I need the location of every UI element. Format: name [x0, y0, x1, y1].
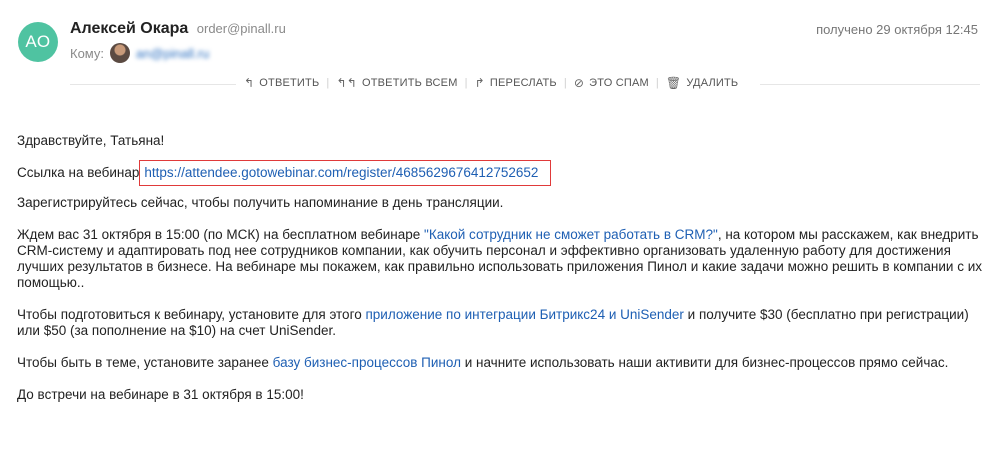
- webinar-link-line: Ссылка на вебинар https://attendee.gotowe…: [17, 160, 982, 186]
- paragraph-webinar-info: Ждем вас 31 октября в 15:00 (по МСК) на …: [17, 227, 982, 291]
- delete-button[interactable]: 🗑 УДАЛИТЬ: [666, 76, 738, 90]
- sender-email[interactable]: order@pinall.ru: [197, 21, 286, 36]
- para1-text-start: Ждем вас 31 октября в 15:00 (по МСК) на …: [17, 227, 425, 242]
- toolbar-divider-right: [760, 84, 980, 85]
- spam-icon: ⊘: [573, 76, 585, 90]
- toolbar-separator: |: [563, 77, 567, 89]
- para3-text-end: и начните использовать наши активити для…: [460, 355, 949, 370]
- email-body: Здравствуйте, Татьяна! Ссылка на вебинар…: [17, 133, 982, 403]
- webinar-title-link[interactable]: "Какой сотрудник не сможет работать в CR…: [424, 227, 718, 242]
- para3-text-start: Чтобы быть в теме, установите заранее: [17, 355, 273, 370]
- reply-all-label: ОТВЕТИТЬ ВСЕМ: [361, 77, 458, 89]
- integration-app-link[interactable]: приложение по интеграции Битрикс24 и Uni…: [365, 307, 683, 322]
- forward-button[interactable]: ↱ ПЕРЕСЛАТЬ: [475, 76, 557, 90]
- business-process-base-link[interactable]: базу бизнес-процессов Пинол: [273, 355, 461, 370]
- spam-label: ЭТО СПАМ: [589, 77, 649, 89]
- greeting: Здравствуйте, Татьяна!: [17, 133, 165, 148]
- reply-label: ОТВЕТИТЬ: [259, 77, 320, 89]
- reply-all-button[interactable]: ↰↰ ОТВЕТИТЬ ВСЕМ: [336, 76, 457, 90]
- reply-icon: ↰: [244, 76, 255, 90]
- to-label: Кому:: [70, 45, 104, 61]
- recipient-line: Кому: an@pinall.ru: [70, 43, 209, 63]
- sender-line: Алексей Окара order@pinall.ru: [70, 20, 286, 38]
- toolbar-separator: |: [655, 77, 659, 89]
- toolbar-separator: |: [464, 77, 468, 89]
- highlighted-link-box: https://attendee.gotowebinar.com/registe…: [139, 160, 552, 186]
- delete-label: УДАЛИТЬ: [686, 77, 739, 89]
- message-toolbar: ↰ ОТВЕТИТЬ | ↰↰ ОТВЕТИТЬ ВСЕМ | ↱ ПЕРЕСЛ…: [0, 74, 1000, 94]
- webinar-link-label: Ссылка на вебинар: [17, 165, 140, 180]
- reply-button[interactable]: ↰ ОТВЕТИТЬ: [244, 76, 319, 90]
- closing-line: До встречи на вебинаре в 31 октября в 15…: [17, 387, 304, 402]
- sender-avatar: АО: [18, 22, 58, 62]
- email-header: АО Алексей Окара order@pinall.ru Кому: a…: [0, 0, 1000, 72]
- toolbar-actions: ↰ ОТВЕТИТЬ | ↰↰ ОТВЕТИТЬ ВСЕМ | ↱ ПЕРЕСЛ…: [244, 76, 738, 90]
- toolbar-separator: |: [326, 77, 330, 89]
- forward-label: ПЕРЕСЛАТЬ: [489, 77, 557, 89]
- para2-text-start: Чтобы подготовиться к вебинару, установи…: [17, 307, 366, 322]
- forward-icon: ↱: [474, 76, 485, 90]
- reply-all-icon: ↰↰: [336, 76, 357, 90]
- register-line: Зарегистрируйтесь сейчас, чтобы получить…: [17, 195, 504, 210]
- recipient-email[interactable]: an@pinall.ru: [136, 46, 209, 61]
- webinar-register-link[interactable]: https://attendee.gotowebinar.com/registe…: [144, 165, 538, 180]
- received-timestamp: получено 29 октября 12:45: [816, 22, 978, 37]
- recipient-avatar: [110, 43, 130, 63]
- spam-button[interactable]: ⊘ ЭТО СПАМ: [574, 76, 649, 90]
- toolbar-divider-left: [70, 84, 236, 85]
- sender-name[interactable]: Алексей Окара: [70, 20, 188, 37]
- trash-icon: 🗑: [665, 76, 682, 90]
- paragraph-business-processes: Чтобы быть в теме, установите заранее ба…: [17, 355, 982, 371]
- paragraph-preparation: Чтобы подготовиться к вебинару, установи…: [17, 307, 982, 339]
